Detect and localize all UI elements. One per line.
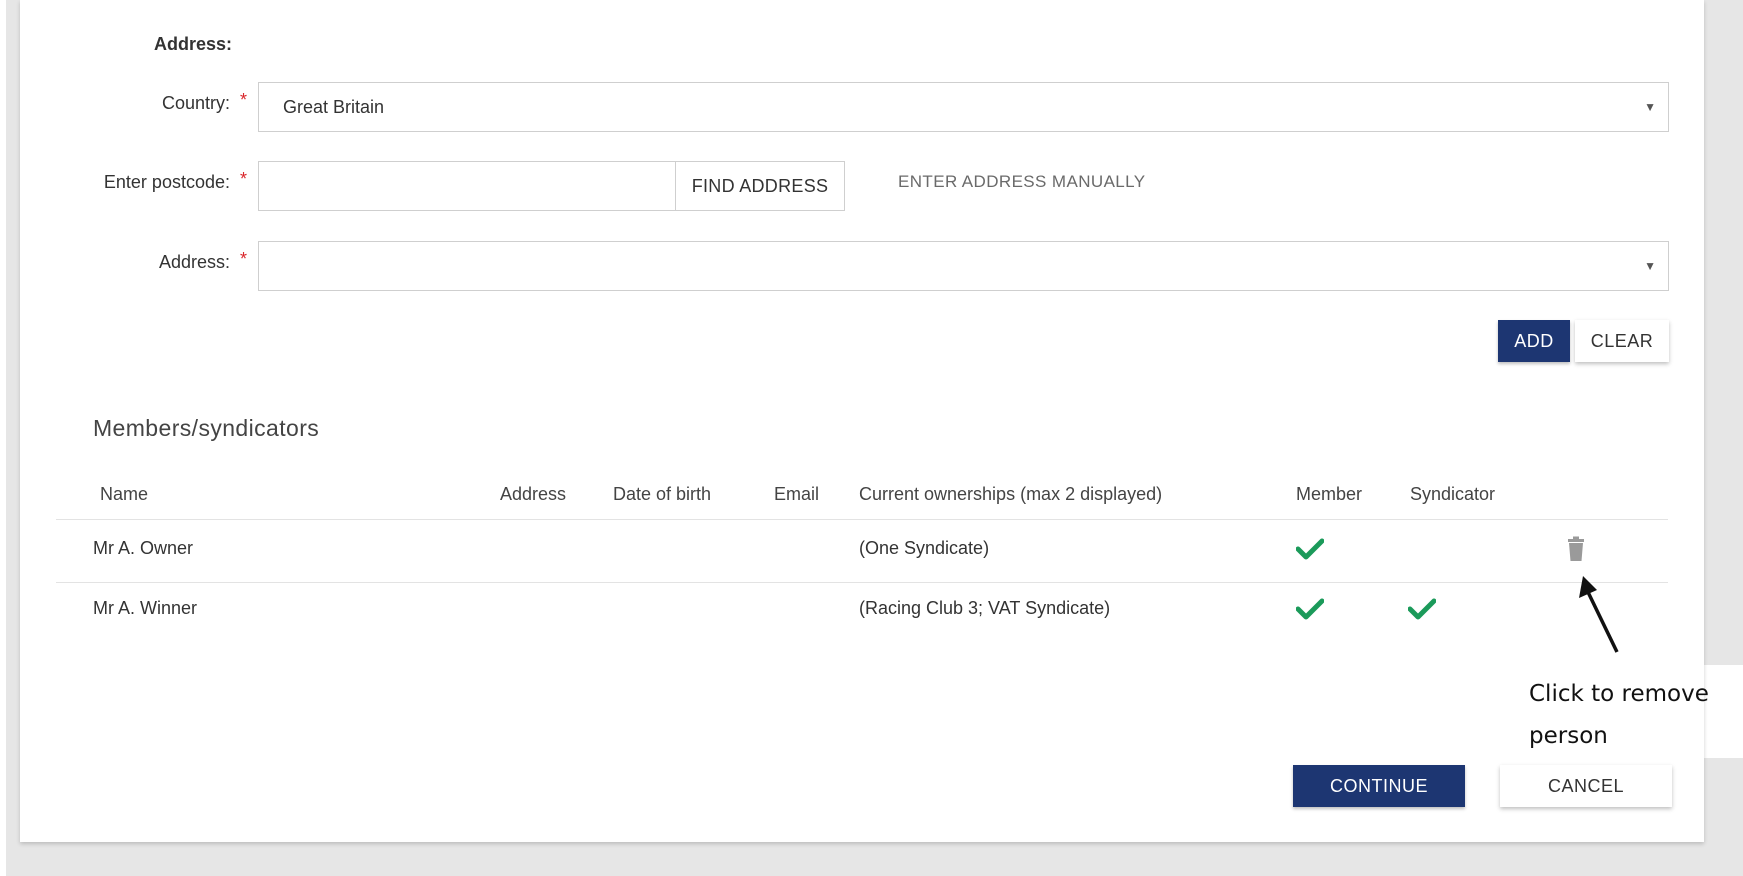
enter-address-manually-link[interactable]: ENTER ADDRESS MANUALLY xyxy=(898,172,1146,192)
clear-button[interactable]: CLEAR xyxy=(1575,320,1669,362)
address-select[interactable]: ▼ xyxy=(258,241,1669,291)
country-required-marker: * xyxy=(240,90,248,110)
address-label: Address: xyxy=(158,252,230,272)
column-header-address: Address xyxy=(500,484,567,504)
postcode-required-marker: * xyxy=(240,169,248,189)
cancel-button[interactable]: CANCEL xyxy=(1500,765,1672,807)
row-ownerships: (Racing Club 3; VAT Syndicate) xyxy=(859,598,1111,618)
find-address-button[interactable]: FIND ADDRESS xyxy=(675,161,845,211)
chevron-down-icon: ▼ xyxy=(1644,100,1656,114)
postcode-label: Enter postcode: xyxy=(103,172,230,192)
country-label: Country: xyxy=(161,93,230,113)
check-icon xyxy=(1296,598,1324,620)
row-name: Mr A. Winner xyxy=(93,598,198,618)
row-ownerships: (One Syndicate) xyxy=(859,538,990,558)
postcode-input[interactable] xyxy=(258,161,676,211)
chevron-down-icon: ▼ xyxy=(1644,259,1656,273)
address-heading: Address: xyxy=(154,34,233,54)
column-header-date-of-birth: Date of birth xyxy=(613,484,712,504)
members-table-title: Members/syndicators xyxy=(93,415,320,441)
annotation-line1: Click to remove xyxy=(1529,681,1709,707)
column-header-name: Name xyxy=(100,484,149,504)
add-button[interactable]: ADD xyxy=(1498,320,1570,362)
check-icon xyxy=(1296,538,1324,560)
column-header-member: Member xyxy=(1296,484,1363,504)
address-required-marker: * xyxy=(240,249,248,269)
row-name: Mr A. Owner xyxy=(93,538,194,558)
column-header-syndicator: Syndicator xyxy=(1410,484,1496,504)
column-header-email: Email xyxy=(774,484,820,504)
annotation-line2: person xyxy=(1529,723,1608,749)
arrow-icon xyxy=(1579,576,1619,653)
continue-button[interactable]: CONTINUE xyxy=(1293,765,1465,807)
column-header-current-ownerships: Current ownerships (max 2 displayed) xyxy=(859,484,1163,504)
country-select[interactable]: Great Britain ▼ xyxy=(258,82,1669,132)
country-select-value: Great Britain xyxy=(283,97,385,117)
trash-icon[interactable] xyxy=(1566,536,1586,562)
check-icon xyxy=(1408,598,1436,620)
